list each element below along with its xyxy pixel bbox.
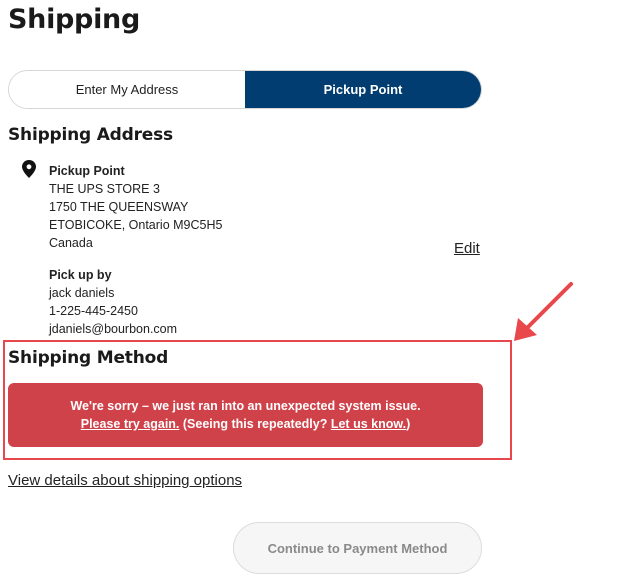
pickup-name: jack daniels — [49, 286, 115, 300]
pickup-phone: 1-225-445-2450 — [49, 304, 138, 318]
page-title: Shipping — [8, 4, 140, 35]
pickup-by-label: Pick up by — [49, 268, 112, 282]
shipping-address-heading: Shipping Address — [8, 125, 173, 145]
view-shipping-details-link[interactable]: View details about shipping options — [8, 472, 242, 489]
continue-to-payment-button[interactable]: Continue to Payment Method — [233, 522, 482, 574]
pickup-point-option[interactable]: Pickup Point — [245, 71, 481, 108]
pickup-by-block: Pick up by jack daniels 1-225-445-2450 j… — [49, 266, 177, 338]
store-name: THE UPS STORE 3 — [49, 182, 160, 196]
arrow-icon — [514, 282, 573, 341]
pickup-email: jdaniels@bourbon.com — [49, 322, 178, 336]
address-type-toggle: Enter My Address Pickup Point — [8, 70, 482, 109]
edit-address-link[interactable]: Edit — [454, 240, 480, 257]
shipping-address-block: Pickup Point THE UPS STORE 3 1750 THE QU… — [49, 162, 222, 252]
street-address: 1750 THE QUEENSWAY — [49, 200, 189, 214]
city-line: ETOBICOKE, Ontario M9C5H5 — [49, 218, 223, 232]
country: Canada — [49, 236, 93, 250]
pickup-point-label: Pickup Point — [49, 164, 125, 178]
enter-my-address-option[interactable]: Enter My Address — [9, 71, 245, 108]
map-pin-icon — [22, 160, 36, 178]
annotation-highlight-frame — [3, 340, 512, 460]
